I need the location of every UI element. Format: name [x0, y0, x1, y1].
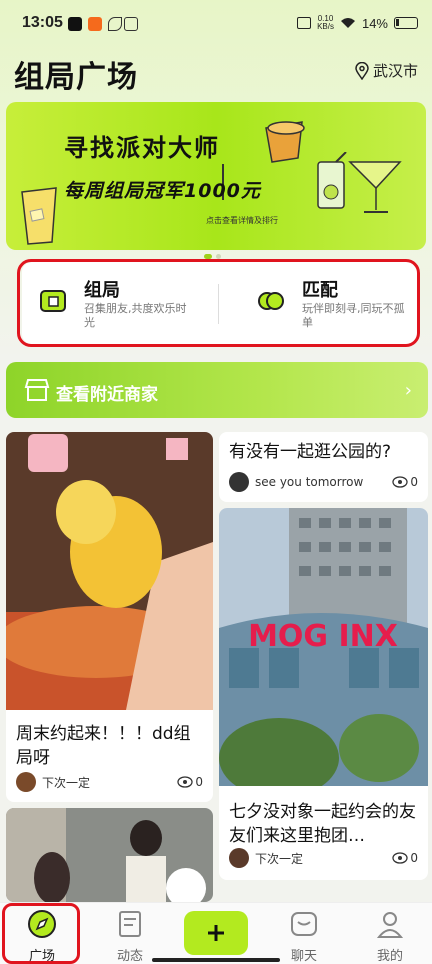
compass-icon — [28, 910, 56, 938]
nearby-label: 查看附近商家 — [56, 385, 158, 405]
banner-pagination — [204, 254, 221, 259]
leaf-notification-icon — [108, 17, 122, 31]
feature-group[interactable]: 组局 召集朋友,共度欢乐时光 — [38, 280, 196, 330]
feed-card[interactable]: MOG INX 七夕没对象一起约会的友友们来这里抱团… 下次一定 0 — [219, 508, 428, 880]
banner-subtitle: 每周组局冠军1000元 — [64, 180, 261, 202]
feature-match-desc: 玩伴即刻寻,同玩不孤单 — [302, 302, 405, 329]
city-label: 武汉市 — [372, 62, 418, 80]
post-image — [6, 808, 213, 902]
mail-notification-icon — [124, 17, 138, 31]
store-icon — [24, 379, 50, 401]
feed-card[interactable]: 周末约起来！！！dd组局呀 下次一定 0 — [6, 432, 213, 802]
post-caption: 七夕没对象一起约会的友友们来这里抱团… — [229, 802, 416, 846]
banner-hint: 点击查看详情及排行 — [206, 216, 278, 225]
wifi-icon — [340, 17, 356, 29]
battery-percent: 14% — [361, 15, 388, 31]
banner-headline: 寻找派对大师 — [64, 134, 220, 162]
tiktok-notification-icon — [68, 17, 82, 31]
tab-profile[interactable]: 我的 — [360, 909, 420, 964]
tab-feed[interactable]: 动态 — [100, 909, 160, 964]
avatar — [229, 848, 249, 868]
status-time: 13:05 — [22, 14, 63, 31]
tab-profile-label: 我的 — [376, 949, 403, 964]
post-image: MOG INX — [219, 508, 428, 798]
match-icon — [258, 292, 284, 310]
plus-icon — [208, 925, 224, 941]
home-indicator[interactable] — [152, 958, 280, 962]
app-notification-icon — [88, 17, 102, 31]
post-caption: 周末约起来！！！dd组局呀 — [16, 724, 191, 768]
juice-glass-icon — [21, 187, 57, 245]
tab-chat-label: 聊天 — [290, 949, 317, 964]
post-caption: 有没有一起逛公园的? — [229, 442, 392, 462]
post-user: 下次一定 — [255, 851, 304, 866]
feature-match[interactable]: 匹配 玩伴即刻寻,同玩不孤单 — [256, 280, 414, 330]
feed-card[interactable]: 有没有一起逛公园的? see you tomorrow 0 — [219, 432, 428, 502]
feed-card[interactable] — [6, 808, 213, 902]
post-views: 0 — [410, 851, 418, 865]
post-meta: 下次一定 0 — [6, 772, 213, 792]
post-user: see you tomorrow — [255, 475, 364, 489]
feature-cards: 组局 召集朋友,共度欢乐时光 匹配 玩伴即刻寻,同玩不孤单 — [22, 262, 418, 344]
post-image — [6, 432, 213, 710]
group-icon — [40, 290, 66, 312]
feature-match-title: 匹配 — [302, 280, 338, 301]
add-post-button[interactable] — [184, 911, 248, 955]
status-bar: 13:05 0.10 KB/s 14% — [0, 0, 432, 50]
teapot-icon — [265, 121, 305, 163]
nearby-merchants-bar[interactable]: 查看附近商家 › — [6, 362, 428, 418]
avatar — [16, 772, 36, 792]
promo-banner[interactable]: 寻找派对大师 每周组局冠军1000元 点击查看详情及排行 — [6, 102, 426, 250]
feature-group-desc: 召集朋友,共度欢乐时光 — [84, 302, 187, 329]
vibrate-icon — [297, 17, 312, 29]
net-speed: 0.10 KB/s — [317, 14, 334, 31]
post-meta: 下次一定 0 — [219, 848, 428, 868]
tab-feed-label: 动态 — [116, 949, 143, 964]
tab-square-label: 广场 — [28, 949, 55, 964]
battery-icon — [394, 17, 418, 29]
profile-icon — [376, 912, 404, 938]
chevron-right-icon: › — [404, 380, 412, 401]
city-selector[interactable]: 武汉市 — [355, 60, 418, 81]
post-user: 下次一定 — [42, 775, 91, 790]
page-title: 组局广场 — [14, 60, 138, 95]
cocktail-glass-icon — [348, 161, 402, 213]
chat-icon — [291, 912, 317, 936]
post-meta: see you tomorrow 0 — [219, 472, 428, 492]
eye-icon — [392, 852, 409, 864]
avatar — [229, 472, 249, 492]
sign-text: MOG INX — [248, 619, 398, 654]
eye-icon — [392, 476, 409, 488]
feed-icon — [119, 911, 141, 937]
feature-group-title: 组局 — [84, 280, 120, 301]
location-pin-icon — [355, 61, 369, 80]
tab-chat[interactable]: 聊天 — [274, 909, 334, 964]
feature-divider — [218, 284, 219, 324]
eye-icon — [177, 776, 194, 788]
post-views: 0 — [195, 775, 203, 789]
tab-square[interactable]: 广场 — [12, 909, 72, 964]
post-views: 0 — [410, 475, 418, 489]
